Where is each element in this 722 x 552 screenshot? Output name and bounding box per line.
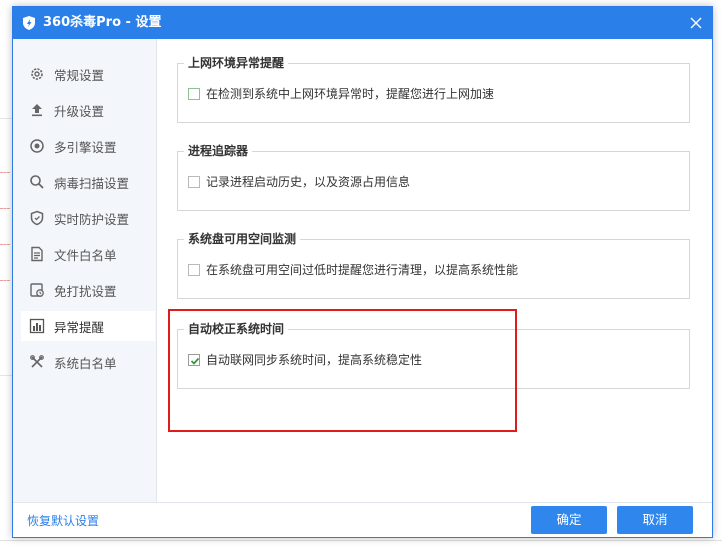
tools-icon bbox=[30, 355, 44, 368]
group-title: 上网环境异常提醒 bbox=[184, 55, 289, 71]
process-tracker-option[interactable]: 记录进程启动历史，以及资源占用信息 bbox=[188, 173, 410, 190]
sidebar-item-label: 升级设置 bbox=[54, 103, 105, 119]
sidebar-item-label: 异常提醒 bbox=[54, 319, 105, 335]
option-label: 记录进程启动历史，以及资源占用信息 bbox=[206, 175, 411, 189]
sidebar-item-do-not-disturb[interactable]: 免打扰设置 bbox=[21, 275, 155, 305]
cancel-button[interactable]: 取消 bbox=[617, 506, 693, 534]
gear-icon bbox=[31, 68, 43, 80]
process-tracker-checkbox[interactable] bbox=[188, 175, 200, 188]
disk-space-option[interactable]: 在系统盘可用空间过低时提醒您进行清理，以提高系统性能 bbox=[188, 261, 518, 278]
restore-defaults-link[interactable]: 恢复默认设置 bbox=[27, 512, 99, 529]
sidebar-item-file-whitelist[interactable]: 文件白名单 bbox=[21, 239, 155, 269]
sidebar-item-general[interactable]: 常规设置 bbox=[21, 59, 155, 89]
group-title: 进程追踪器 bbox=[184, 143, 253, 159]
group-network-anomaly: 上网环境异常提醒 在检测到系统中上网环境异常时，提醒您进行上网加速 bbox=[177, 55, 690, 123]
settings-dialog: 360杀毒Pro - 设置 常规设置 升级设置 多引擎设置 病毒扫描设置 实时防… bbox=[12, 6, 713, 538]
sidebar-item-multi-engine[interactable]: 多引擎设置 bbox=[21, 131, 155, 161]
ok-button[interactable]: 确定 bbox=[531, 506, 607, 534]
sidebar-item-upgrade[interactable]: 升级设置 bbox=[21, 95, 155, 125]
file-icon bbox=[31, 246, 43, 262]
sidebar-item-label: 多引擎设置 bbox=[54, 139, 117, 155]
do-not-disturb-icon bbox=[30, 283, 44, 297]
sidebar-item-label: 常规设置 bbox=[54, 67, 105, 83]
shield-icon bbox=[30, 210, 44, 226]
group-disk-space-monitor: 系统盘可用空间监测 在系统盘可用空间过低时提醒您进行清理，以提高系统性能 bbox=[177, 231, 690, 299]
dialog-footer: 恢复默认设置 确定 取消 bbox=[13, 502, 712, 537]
disk-space-checkbox[interactable] bbox=[188, 263, 200, 276]
network-anomaly-option[interactable]: 在检测到系统中上网环境异常时，提醒您进行上网加速 bbox=[188, 85, 494, 102]
shield-logo-icon bbox=[23, 16, 35, 30]
sidebar-item-realtime-protection[interactable]: 实时防护设置 bbox=[21, 203, 155, 233]
search-icon bbox=[30, 175, 44, 189]
close-icon[interactable] bbox=[686, 13, 706, 33]
sidebar-item-anomaly-alert[interactable]: 异常提醒 bbox=[21, 311, 155, 341]
sidebar-item-label: 系统白名单 bbox=[54, 355, 117, 371]
option-label: 在系统盘可用空间过低时提醒您进行清理，以提高系统性能 bbox=[206, 263, 519, 277]
network-anomaly-checkbox[interactable] bbox=[188, 87, 200, 100]
window-title: 360杀毒Pro - 设置 bbox=[43, 15, 162, 30]
group-process-tracker: 进程追踪器 记录进程启动历史，以及资源占用信息 bbox=[177, 143, 690, 211]
sidebar-item-virus-scan[interactable]: 病毒扫描设置 bbox=[21, 167, 155, 197]
sidebar-item-system-whitelist[interactable]: 系统白名单 bbox=[21, 347, 155, 377]
highlight-annotation-box bbox=[168, 309, 517, 432]
sidebar-item-label: 病毒扫描设置 bbox=[54, 175, 130, 191]
engine-icon bbox=[30, 139, 44, 153]
bar-chart-icon bbox=[29, 318, 45, 334]
sidebar-item-label: 免打扰设置 bbox=[54, 283, 117, 299]
sidebar-item-label: 实时防护设置 bbox=[54, 211, 130, 227]
sidebar-item-label: 文件白名单 bbox=[54, 247, 117, 263]
settings-content: 上网环境异常提醒 在检测到系统中上网环境异常时，提醒您进行上网加速 进程追踪器 … bbox=[157, 39, 712, 503]
title-bar[interactable]: 360杀毒Pro - 设置 bbox=[13, 7, 712, 39]
option-label: 在检测到系统中上网环境异常时，提醒您进行上网加速 bbox=[206, 87, 495, 101]
sidebar: 常规设置 升级设置 多引擎设置 病毒扫描设置 实时防护设置 文件白名单 免打扰设… bbox=[13, 39, 157, 503]
upload-icon bbox=[32, 104, 42, 117]
group-title: 系统盘可用空间监测 bbox=[184, 231, 301, 247]
